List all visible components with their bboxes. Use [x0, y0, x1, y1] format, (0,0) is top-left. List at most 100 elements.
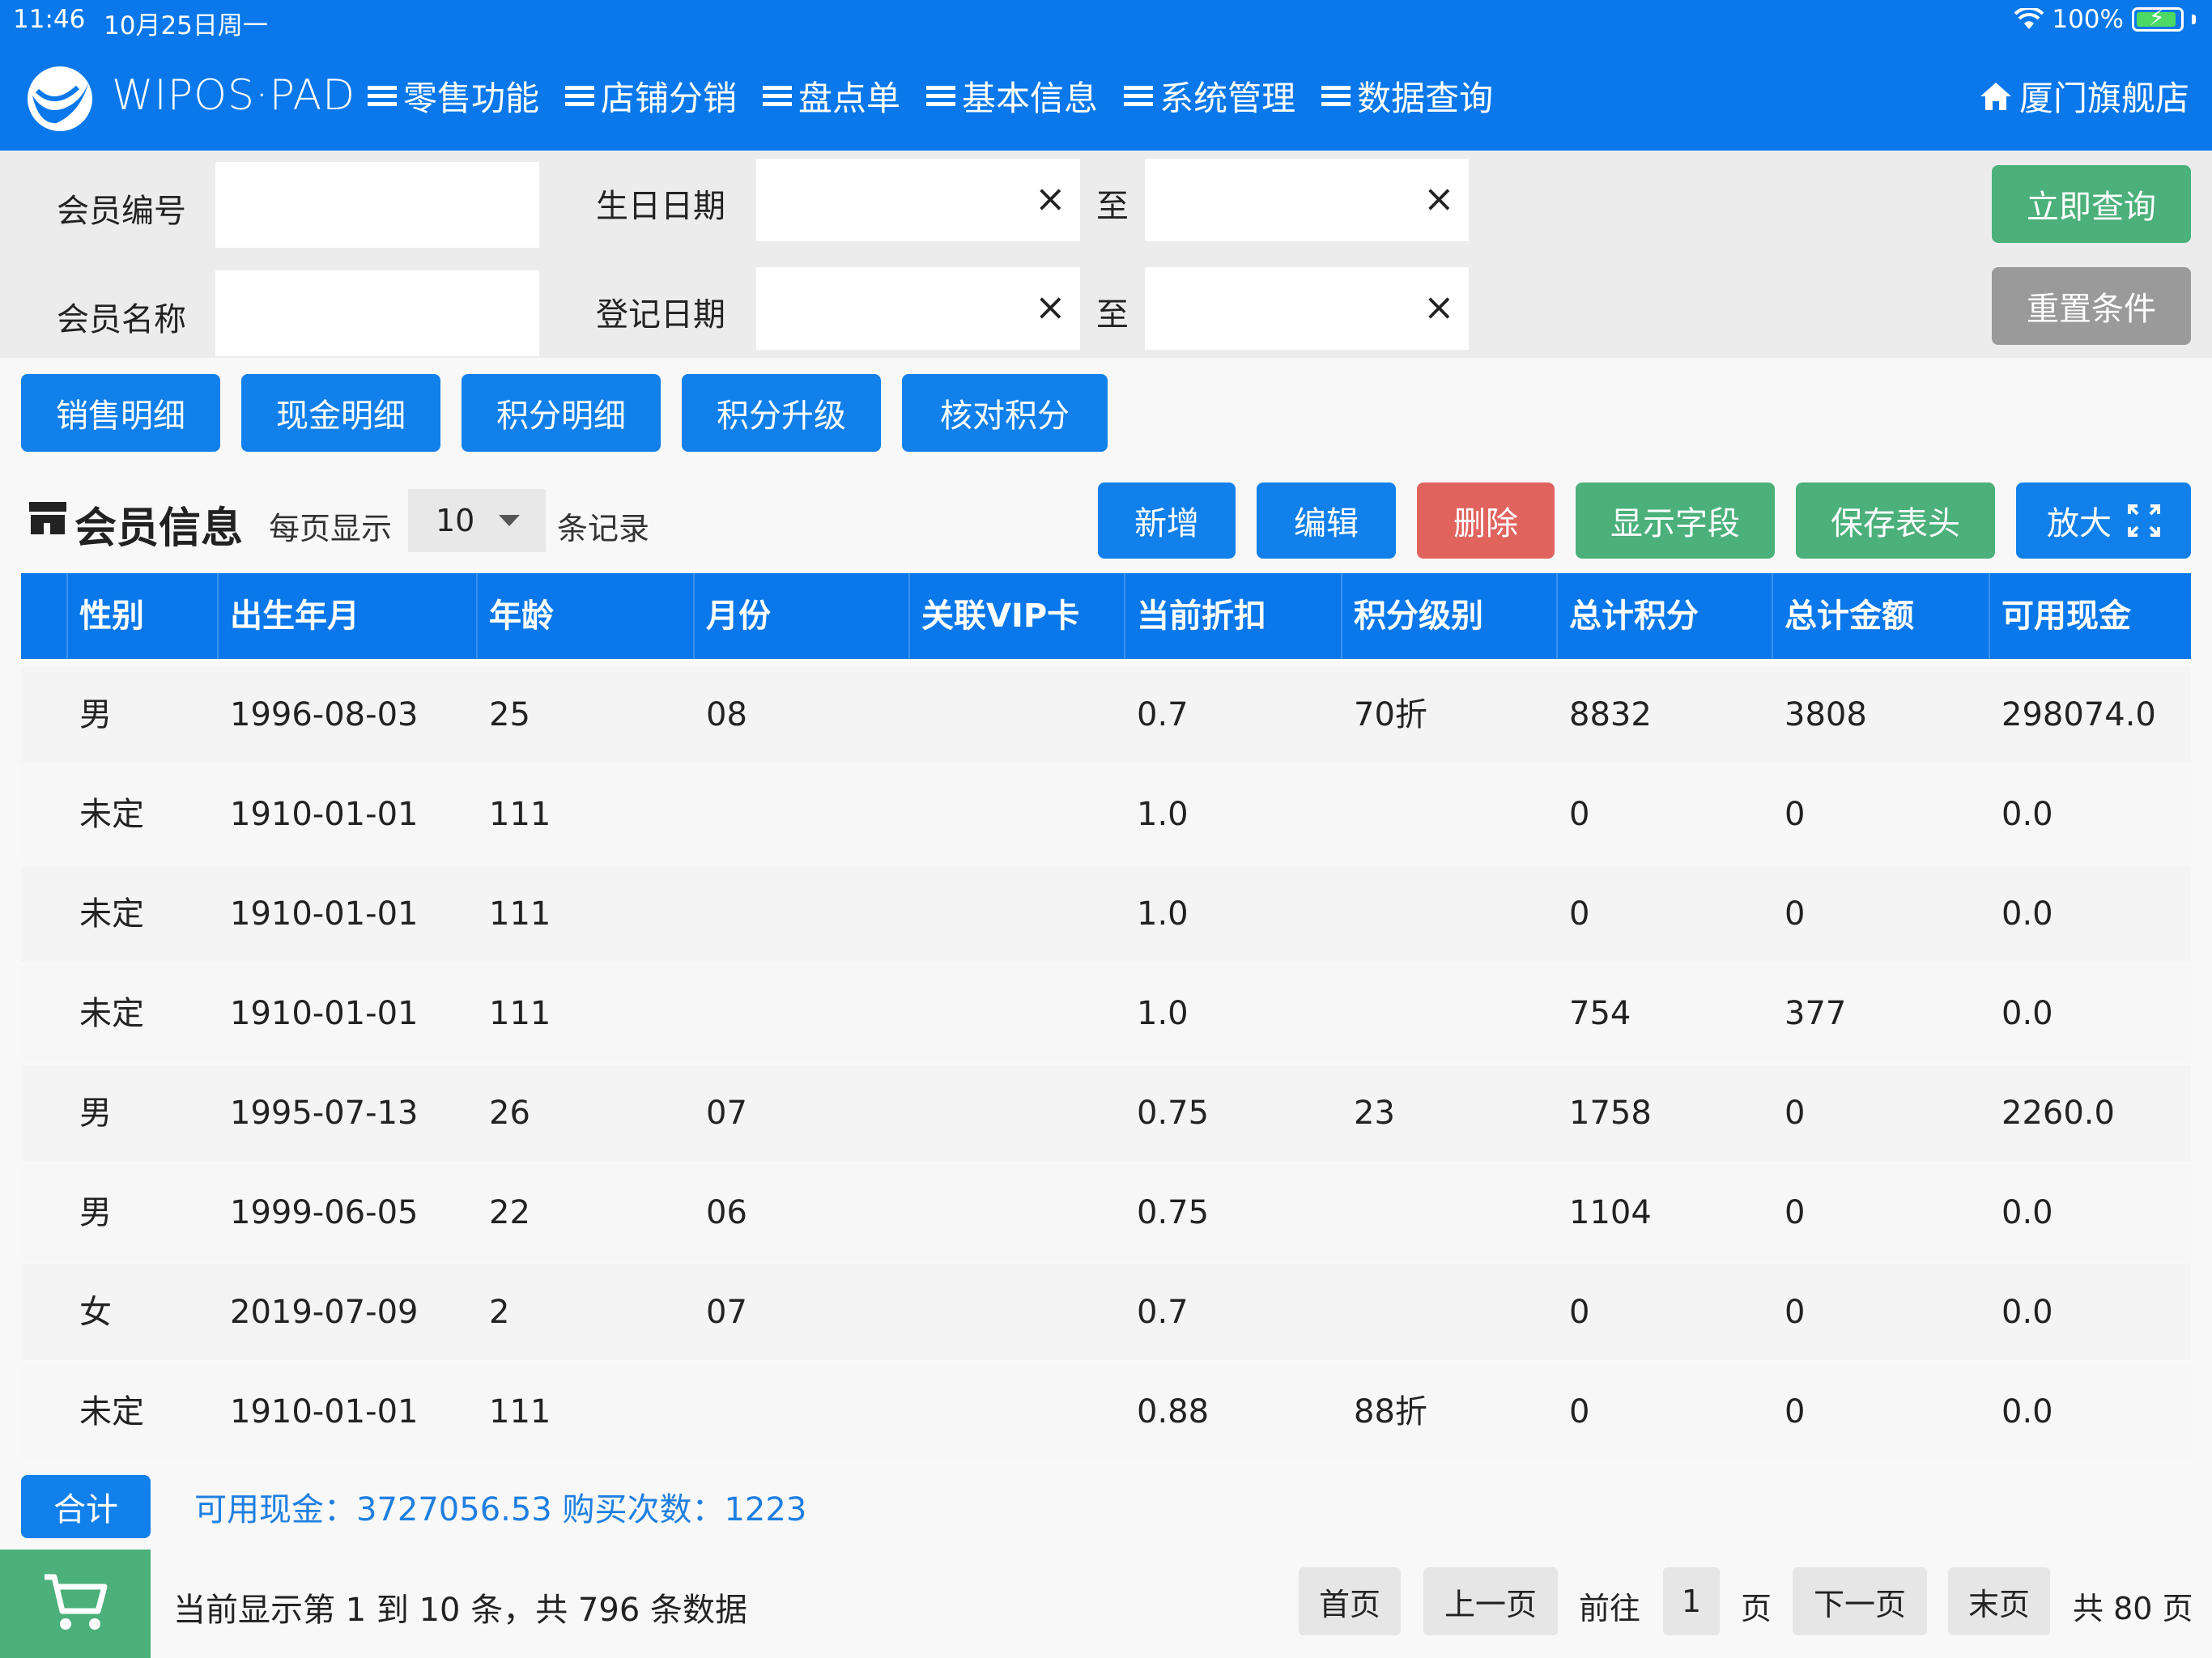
- column-header-birth[interactable]: 出生年月: [230, 573, 359, 659]
- query-button[interactable]: 立即查询: [1992, 165, 2191, 243]
- battery-percent: 100%: [2052, 5, 2124, 34]
- nav-inventory-count[interactable]: 盘点单: [761, 71, 900, 121]
- register-date-label: 登记日期: [596, 296, 725, 334]
- table-row[interactable]: 男 1996-08-03 25 08 0.7 70折 8832 3808 298…: [21, 667, 2191, 763]
- table-row[interactable]: 未定 1910-01-01 111 1.0 0 0 0.0: [21, 866, 2191, 962]
- cell-gender: 男: [79, 1095, 112, 1132]
- nav-data-query[interactable]: 数据查询: [1320, 71, 1493, 121]
- status-date: 10月25日周一: [104, 11, 268, 40]
- column-header-total-points[interactable]: 总计积分: [1569, 573, 1699, 659]
- points-upgrade-button[interactable]: 积分升级: [682, 374, 881, 452]
- wipos-logo-icon[interactable]: [24, 63, 96, 134]
- per-page-select[interactable]: 10: [408, 489, 546, 552]
- goto-label: 前往: [1579, 1591, 1641, 1626]
- points-detail-button[interactable]: 积分明细: [462, 374, 661, 452]
- column-divider: [1772, 573, 1773, 659]
- cart-button[interactable]: [0, 1550, 151, 1658]
- cell-discount: 0.88: [1137, 1393, 1210, 1431]
- table-row[interactable]: 男 1999-06-05 22 06 0.75 1104 0 0.0: [21, 1165, 2191, 1261]
- total-button[interactable]: 合计: [21, 1475, 151, 1538]
- birthday-to-input[interactable]: [1145, 159, 1469, 241]
- cell-gender: 未定: [79, 796, 144, 833]
- column-header-gender[interactable]: 性别: [79, 573, 144, 659]
- cell-available-cash: 0.0: [2001, 1294, 2053, 1331]
- prev-page-button[interactable]: 上一页: [1423, 1567, 1558, 1635]
- cell-birth: 1996-08-03: [230, 696, 419, 733]
- cell-total-points: 0: [1569, 1393, 1590, 1431]
- nav-system[interactable]: 系统管理: [1122, 71, 1295, 121]
- column-header-month[interactable]: 月份: [706, 573, 771, 659]
- cell-total-amount: 0: [1784, 1393, 1806, 1431]
- battery-icon: ⚡: [2132, 4, 2184, 32]
- first-page-button[interactable]: 首页: [1299, 1567, 1401, 1635]
- column-header-age[interactable]: 年龄: [489, 573, 554, 659]
- cell-month: 06: [706, 1194, 747, 1231]
- table-row[interactable]: 未定 1910-01-01 111 1.0 0 0 0.0: [21, 767, 2191, 862]
- table-row[interactable]: 男 1995-07-13 26 07 0.75 23 1758 0 2260.0: [21, 1065, 2191, 1161]
- birthday-from-input[interactable]: [756, 159, 1080, 241]
- show-fields-button[interactable]: 显示字段: [1576, 483, 1775, 559]
- register-from-input[interactable]: [756, 267, 1080, 350]
- last-page-button[interactable]: 末页: [1948, 1567, 2050, 1635]
- menu-icon: [761, 84, 793, 108]
- clear-icon[interactable]: ×: [1423, 285, 1455, 329]
- nav-label: 系统管理: [1159, 79, 1296, 118]
- cell-total-points: 1104: [1569, 1194, 1652, 1231]
- cell-points-level: 88折: [1354, 1393, 1427, 1431]
- status-time: 11:46: [13, 5, 86, 34]
- column-header-discount[interactable]: 当前折扣: [1137, 573, 1266, 659]
- delete-button[interactable]: 删除: [1417, 483, 1555, 559]
- store-name: 厦门旗舰店: [2018, 79, 2189, 118]
- clear-icon[interactable]: ×: [1035, 176, 1066, 220]
- member-name-input[interactable]: [215, 270, 539, 356]
- cell-discount: 0.7: [1137, 696, 1189, 733]
- column-divider: [1556, 573, 1558, 659]
- cell-month: 07: [706, 1294, 747, 1331]
- range-to-label: 至: [1096, 296, 1129, 334]
- column-header-points-level[interactable]: 积分级别: [1354, 573, 1483, 659]
- cell-available-cash: 0.0: [2001, 895, 2053, 933]
- reset-button[interactable]: 重置条件: [1992, 267, 2191, 345]
- verify-points-button[interactable]: 核对积分: [902, 374, 1108, 452]
- cash-detail-button[interactable]: 现金明细: [241, 374, 440, 452]
- column-header-vip-card[interactable]: 关联VIP卡: [921, 573, 1079, 659]
- table-row[interactable]: 未定 1910-01-01 111 1.0 754 377 0.0: [21, 966, 2191, 1061]
- cell-age: 22: [489, 1194, 530, 1231]
- store-icon: [29, 502, 66, 534]
- menu-icon: [925, 84, 957, 108]
- nav-label: 基本信息: [962, 79, 1099, 118]
- wifi-icon: [2014, 8, 2044, 29]
- table-row[interactable]: 女 2019-07-09 2 07 0.7 0 0 0.0: [21, 1265, 2191, 1360]
- nav-distribution[interactable]: 店铺分销: [564, 71, 737, 121]
- clear-icon[interactable]: ×: [1423, 176, 1455, 220]
- nav-basic-info[interactable]: 基本信息: [925, 71, 1098, 121]
- cart-icon: [45, 1574, 108, 1630]
- cell-available-cash: 2260.0: [2001, 1095, 2115, 1132]
- clear-icon[interactable]: ×: [1035, 285, 1066, 329]
- register-to-input[interactable]: [1145, 267, 1469, 350]
- nav-label: 盘点单: [798, 79, 901, 118]
- menu-icon: [1320, 84, 1352, 108]
- cell-month: 08: [706, 696, 747, 733]
- sales-detail-button[interactable]: 销售明细: [21, 374, 220, 452]
- store-selector[interactable]: 厦门旗舰店: [1979, 71, 2189, 121]
- table-row[interactable]: 未定 1910-01-01 111 0.88 88折 0 0 0.0: [21, 1364, 2191, 1460]
- add-button[interactable]: 新增: [1098, 483, 1236, 559]
- cell-birth: 1910-01-01: [230, 895, 419, 933]
- nav-retail[interactable]: 零售功能: [366, 71, 539, 121]
- fullscreen-icon: [2128, 504, 2160, 537]
- column-header-total-amount[interactable]: 总计金额: [1784, 573, 1914, 659]
- column-divider: [1341, 573, 1342, 659]
- cell-total-amount: 0: [1784, 1194, 1806, 1231]
- enlarge-button[interactable]: 放大: [2016, 483, 2191, 559]
- edit-button[interactable]: 编辑: [1257, 483, 1396, 559]
- cell-age: 26: [489, 1095, 530, 1132]
- page-number-input[interactable]: 1: [1663, 1567, 1720, 1635]
- cell-age: 111: [489, 1393, 551, 1431]
- save-header-button[interactable]: 保存表头: [1796, 483, 1995, 559]
- per-page-label: 每页显示: [269, 511, 393, 546]
- member-no-input[interactable]: [215, 162, 539, 248]
- next-page-button[interactable]: 下一页: [1793, 1567, 1927, 1635]
- column-header-available-cash[interactable]: 可用现金: [2001, 573, 2131, 659]
- main-nav: 零售功能 店铺分销 盘点单 基本信息 系统管理 数据查询: [366, 71, 1493, 121]
